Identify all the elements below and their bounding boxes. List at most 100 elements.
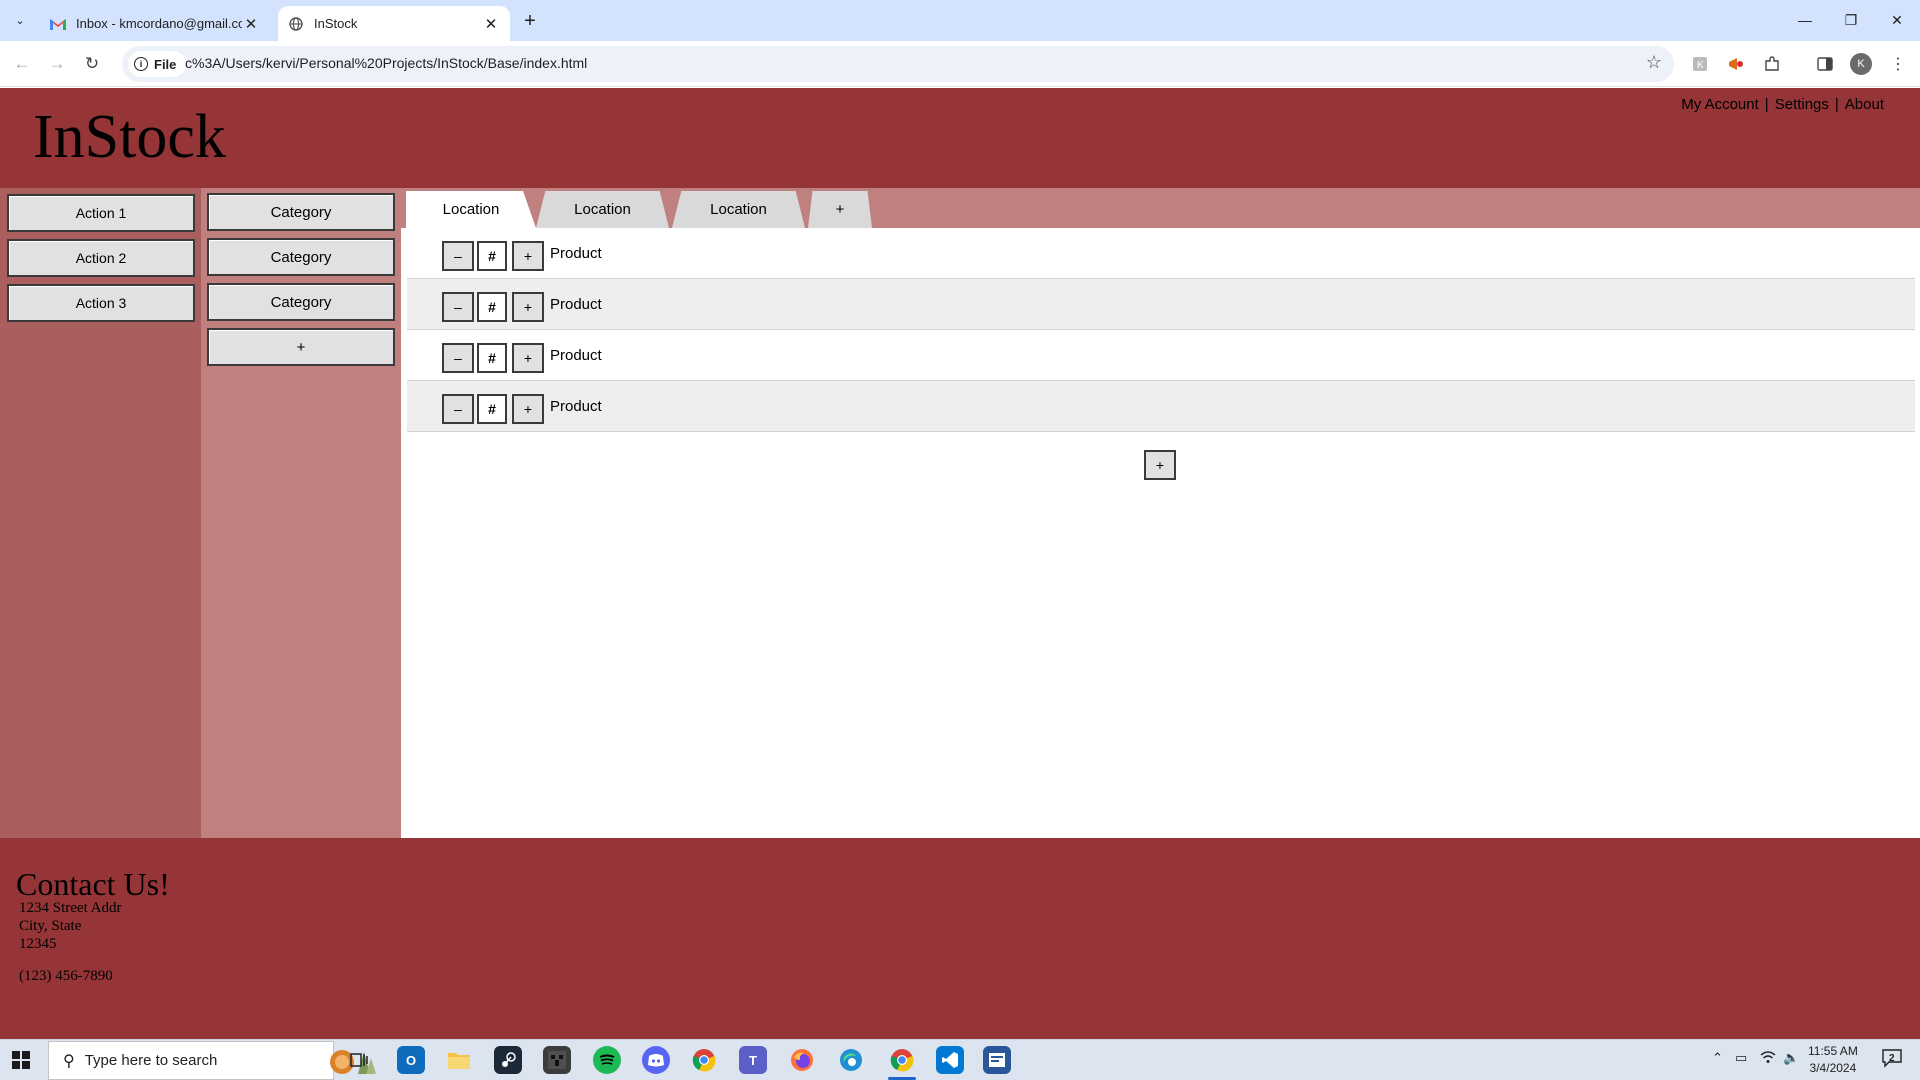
taskbar-search-input[interactable]: ⚲ Type here to search xyxy=(48,1041,376,1080)
quantity-field[interactable]: # xyxy=(477,292,507,322)
file-explorer-icon[interactable] xyxy=(445,1046,473,1074)
decrement-button[interactable]: – xyxy=(442,241,474,271)
location-tab[interactable]: Location xyxy=(672,191,805,228)
firefox-icon[interactable] xyxy=(788,1046,816,1074)
windows-taskbar: ⚲ Type here to search O T ⌃ ▭ 🔈 11:55 AM… xyxy=(0,1039,1920,1080)
action-1-button[interactable]: Action 1 xyxy=(7,194,195,232)
product-row: – # + Product xyxy=(407,330,1915,381)
globe-icon xyxy=(288,16,304,32)
category-button[interactable]: Category xyxy=(207,238,395,276)
site-header: InStock My Account | Settings | About xyxy=(0,88,1920,188)
more-menu-icon[interactable]: ⋮ xyxy=(1886,52,1910,76)
address-line: 12345 xyxy=(19,936,57,952)
increment-button[interactable]: + xyxy=(512,343,544,373)
action-3-button[interactable]: Action 3 xyxy=(7,284,195,322)
windows-start-icon[interactable] xyxy=(12,1051,30,1069)
category-button[interactable]: Category xyxy=(207,283,395,321)
info-icon: i xyxy=(134,57,148,71)
about-link[interactable]: About xyxy=(1845,96,1884,113)
close-tab-icon[interactable]: ✕ xyxy=(482,15,500,33)
add-location-tab[interactable]: + xyxy=(808,191,872,228)
add-product-button[interactable]: + xyxy=(1144,450,1176,480)
extension-megaphone-icon[interactable] xyxy=(1724,52,1748,76)
clock-date: 3/4/2024 xyxy=(1809,1061,1857,1075)
tab-title: InStock xyxy=(314,16,358,31)
search-placeholder: Type here to search xyxy=(84,1052,218,1069)
taskbar-clock[interactable]: 11:55 AM 3/4/2024 xyxy=(1808,1043,1858,1077)
address-bar[interactable]: i File c%3A/Users/kervi/Personal%20Proje… xyxy=(122,46,1674,82)
location-tab[interactable]: Location xyxy=(536,191,669,228)
contact-heading: Contact Us! xyxy=(16,866,170,902)
profile-avatar[interactable]: K xyxy=(1850,53,1872,75)
quantity-field[interactable]: # xyxy=(477,343,507,373)
category-button[interactable]: Category xyxy=(207,193,395,231)
vscode-icon[interactable] xyxy=(936,1046,964,1074)
decrement-button[interactable]: – xyxy=(442,292,474,322)
chrome-active-icon[interactable] xyxy=(888,1046,916,1074)
settings-link[interactable]: Settings xyxy=(1775,96,1829,113)
tray-chevron-up-icon[interactable]: ⌃ xyxy=(1712,1050,1723,1066)
quantity-field[interactable]: # xyxy=(477,241,507,271)
new-tab-plus-icon[interactable]: + xyxy=(518,9,542,33)
product-row: – # + Product xyxy=(407,381,1915,432)
discord-icon[interactable] xyxy=(642,1046,670,1074)
tray-device-icon[interactable]: ▭ xyxy=(1735,1050,1747,1066)
instock-page: InStock My Account | Settings | About Action… xyxy=(0,88,1920,1039)
product-name: Product xyxy=(550,245,602,262)
minimize-icon[interactable]: — xyxy=(1782,0,1828,40)
search-icon: ⚲ xyxy=(63,1052,75,1070)
chrome-icon[interactable] xyxy=(690,1046,718,1074)
gmail-icon xyxy=(50,16,66,32)
back-arrow-icon[interactable]: ← xyxy=(8,50,36,78)
location-tab[interactable]: Location xyxy=(406,191,536,228)
increment-button[interactable]: + xyxy=(512,241,544,271)
my-account-link[interactable]: My Account xyxy=(1681,96,1759,113)
teams-icon[interactable]: T xyxy=(739,1046,767,1074)
edge-icon[interactable] xyxy=(837,1046,865,1074)
action-2-button[interactable]: Action 2 xyxy=(7,239,195,277)
browser-toolbar: ← → ↻ i File c%3A/Users/kervi/Personal%2… xyxy=(0,41,1920,87)
volume-icon[interactable]: 🔈 xyxy=(1783,1050,1799,1066)
side-panel-icon[interactable] xyxy=(1813,52,1837,76)
task-view-icon[interactable] xyxy=(345,1046,373,1074)
tab-instock[interactable]: InStock ✕ xyxy=(278,6,510,41)
url-text: c%3A/Users/kervi/Personal%20Projects/InS… xyxy=(185,55,588,71)
spotify-icon[interactable] xyxy=(593,1046,621,1074)
site-footer: Contact Us! 1234 Street Addr City, State… xyxy=(0,838,1920,1039)
minecraft-icon[interactable] xyxy=(543,1046,571,1074)
product-name: Product xyxy=(550,296,602,313)
restore-icon[interactable]: ❐ xyxy=(1828,0,1874,40)
editor-app-icon[interactable] xyxy=(983,1046,1011,1074)
close-window-icon[interactable]: ✕ xyxy=(1874,0,1920,40)
add-category-button[interactable]: + xyxy=(207,328,395,366)
increment-button[interactable]: + xyxy=(512,292,544,322)
extension-k-icon[interactable]: K xyxy=(1688,52,1712,76)
reload-icon[interactable]: ↻ xyxy=(78,50,106,78)
product-name: Product xyxy=(550,347,602,364)
bookmark-star-icon[interactable]: ☆ xyxy=(1646,52,1662,73)
outlook-icon[interactable]: O xyxy=(397,1046,425,1074)
steam-icon[interactable] xyxy=(494,1046,522,1074)
tab-title: Inbox - kmcordano@gmail.com xyxy=(76,16,242,31)
tab-gmail-inbox[interactable]: Inbox - kmcordano@gmail.com ✕ xyxy=(40,6,270,41)
increment-button[interactable]: + xyxy=(512,394,544,424)
quantity-field[interactable]: # xyxy=(477,394,507,424)
site-logo: InStock xyxy=(33,103,226,171)
nav-separator: | xyxy=(1834,96,1839,113)
close-tab-icon[interactable]: ✕ xyxy=(242,15,260,33)
actions-sidebar: Action 1 Action 2 Action 3 xyxy=(0,188,201,838)
phone-number: (123) 456-7890 xyxy=(19,968,113,984)
address-line: City, State xyxy=(19,918,82,934)
extensions-puzzle-icon[interactable] xyxy=(1760,52,1784,76)
site-chip-label: File xyxy=(154,56,177,72)
network-icon[interactable] xyxy=(1760,1050,1776,1067)
address-line: 1234 Street Addr xyxy=(19,900,122,916)
product-name: Product xyxy=(550,398,602,415)
product-row: – # + Product xyxy=(407,228,1915,279)
decrement-button[interactable]: – xyxy=(442,394,474,424)
site-info-chip[interactable]: i File xyxy=(128,51,187,77)
top-nav: My Account | Settings | About xyxy=(1681,96,1884,113)
forward-arrow-icon[interactable]: → xyxy=(43,50,71,78)
tab-search-chevron-icon[interactable]: ⌄ xyxy=(8,8,32,32)
decrement-button[interactable]: – xyxy=(442,343,474,373)
